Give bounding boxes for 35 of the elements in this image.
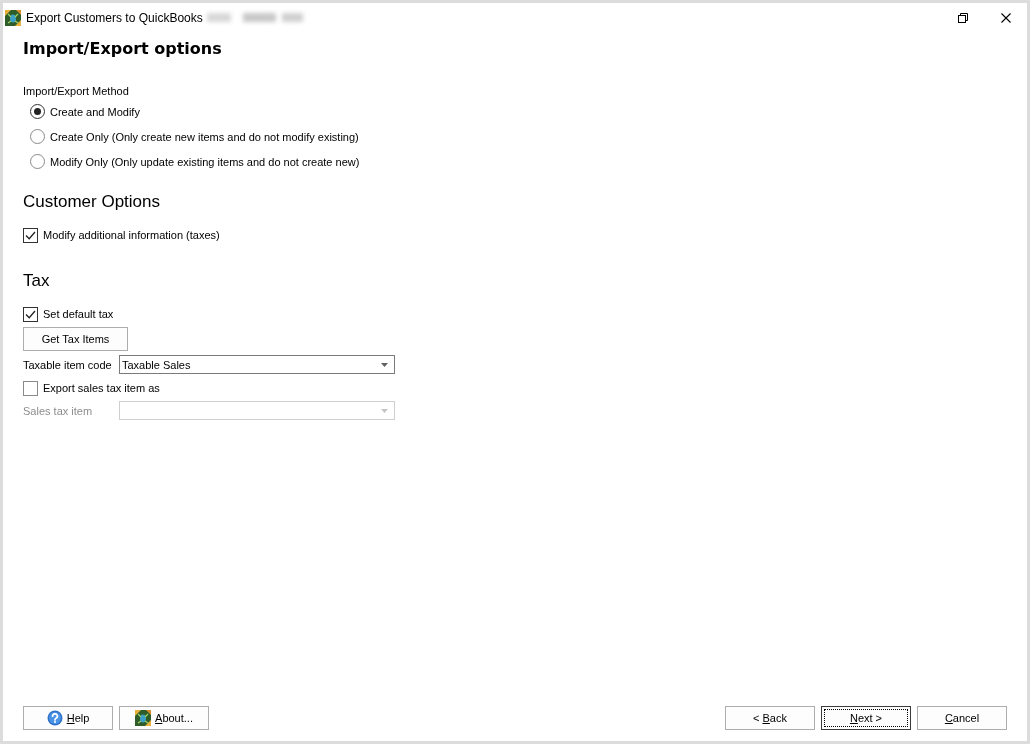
- radio-button[interactable]: [30, 104, 45, 119]
- checkbox-label[interactable]: Modify additional information (taxes): [43, 229, 220, 241]
- dropdown-caret-icon: [381, 362, 388, 367]
- dialog-button[interactable]: About...: [119, 706, 209, 730]
- dropdown-field[interactable]: Taxable Sales: [119, 355, 395, 374]
- dropdown-caret-icon: [381, 408, 388, 413]
- group-label: Import/Export Method: [23, 84, 129, 99]
- restore-icon: [958, 12, 968, 23]
- radio-label[interactable]: Create and Modify: [50, 105, 140, 118]
- field-label: Sales tax item: [23, 404, 94, 417]
- window-title: Export Customers to QuickBooks: [26, 10, 203, 25]
- section-heading: Customer Options: [23, 191, 160, 213]
- get-tax-items-button[interactable]: Get Tax Items: [23, 327, 128, 351]
- checkmark-icon: [25, 309, 36, 319]
- checkbox-label[interactable]: Set default tax: [43, 308, 114, 320]
- app-logo-icon: [135, 710, 152, 726]
- dialog-button[interactable]: Next >: [821, 706, 911, 730]
- checkbox[interactable]: [23, 306, 38, 322]
- radio-label[interactable]: Modify Only (Only update existing items and do not create new): [50, 155, 360, 168]
- help-icon: [46, 710, 63, 726]
- section-heading: Tax: [23, 270, 50, 292]
- dialog-button[interactable]: Cancel: [917, 706, 1007, 730]
- radio-button[interactable]: [30, 129, 45, 144]
- close-icon: [1001, 12, 1011, 23]
- field-label: Taxable item code: [23, 358, 113, 371]
- radio-label[interactable]: Create Only (Only create new items and do not modify existing): [50, 130, 359, 143]
- radio-button[interactable]: [30, 154, 45, 169]
- page-heading: Import/Export options: [23, 38, 222, 60]
- app-logo-icon: [5, 9, 21, 26]
- checkbox[interactable]: [23, 227, 38, 243]
- checkbox-label[interactable]: Export sales tax item as: [43, 382, 160, 394]
- dialog-button[interactable]: < Back: [725, 706, 815, 730]
- checkbox[interactable]: [23, 380, 38, 396]
- dialog-button[interactable]: Help: [23, 706, 113, 730]
- checkmark-icon: [25, 230, 36, 240]
